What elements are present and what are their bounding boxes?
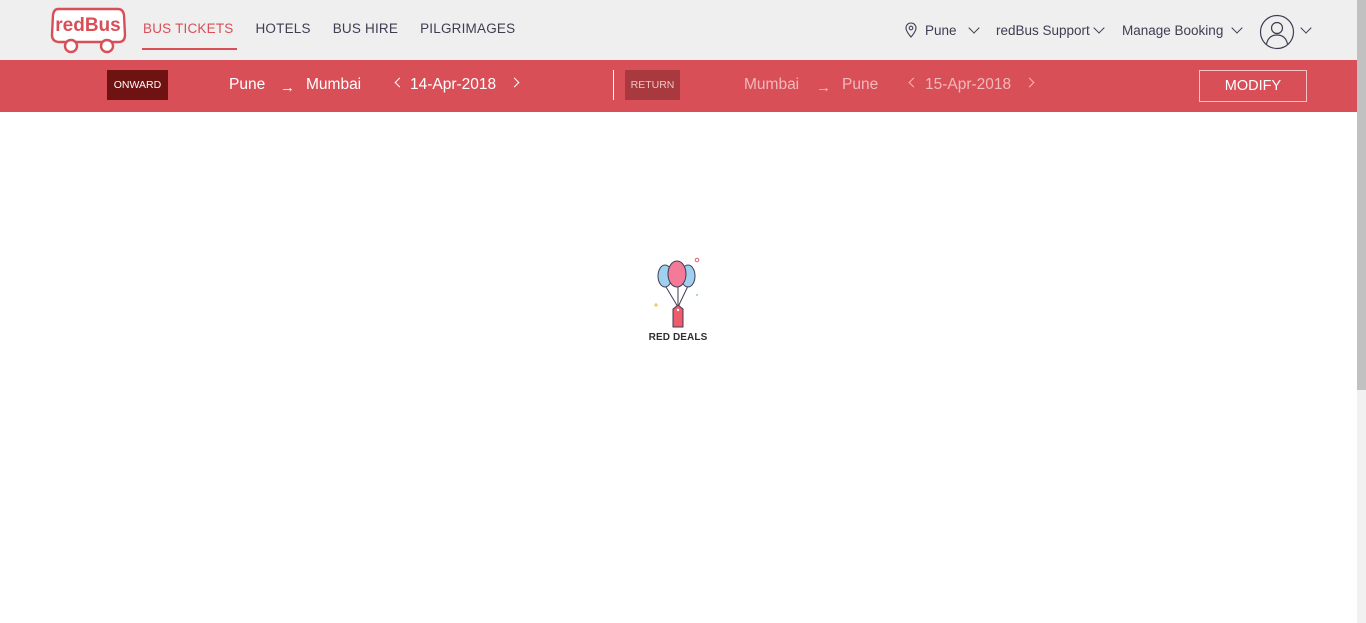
return-date: 15-Apr-2018	[925, 76, 1012, 93]
nav-bus-hire[interactable]: BUS HIRE	[333, 0, 398, 60]
balloons-icon[interactable]	[648, 255, 708, 331]
chevron-down-icon[interactable]	[1300, 22, 1312, 34]
logo-text: redBus	[55, 15, 120, 36]
return-to-city: Pune	[842, 76, 879, 93]
user-avatar-icon[interactable]	[1259, 14, 1295, 50]
onward-next-date-icon[interactable]	[509, 77, 520, 88]
arrow-right-icon: →	[816, 79, 831, 96]
chevron-down-icon	[1231, 22, 1243, 34]
arrow-right-icon: →	[280, 79, 295, 96]
city-label: Pune	[925, 22, 957, 38]
scrollbar-thumb[interactable]	[1357, 0, 1366, 390]
city-selector[interactable]: Pune	[905, 0, 980, 60]
chevron-down-icon	[1093, 22, 1105, 34]
return-badge: RETURN	[625, 70, 680, 100]
manage-booking-menu[interactable]: Manage Booking	[1122, 0, 1243, 60]
return-next-date-icon[interactable]	[1024, 77, 1035, 88]
redbus-logo[interactable]: redBus	[50, 5, 128, 55]
red-deals-label[interactable]: RED DEALS	[640, 332, 716, 343]
nav-pilgrimages[interactable]: PILGRIMAGES	[420, 0, 515, 60]
return-prev-date-icon[interactable]	[908, 77, 919, 88]
nav-hotels[interactable]: HOTELS	[255, 0, 310, 60]
main-nav: BUS TICKETS HOTELS BUS HIRE PILGRIMAGES	[141, 0, 537, 60]
onward-from-city: Pune	[229, 76, 266, 93]
nav-bus-tickets[interactable]: BUS TICKETS	[141, 0, 238, 60]
support-menu[interactable]: redBus Support	[996, 0, 1105, 60]
manage-booking-label: Manage Booking	[1122, 22, 1224, 38]
top-header: redBus BUS TICKETS HOTELS BUS HIRE PILGR…	[0, 0, 1357, 60]
return-from-city: Mumbai	[744, 76, 800, 93]
onward-prev-date-icon[interactable]	[394, 77, 405, 88]
chevron-down-icon	[967, 22, 980, 34]
onward-badge: ONWARD	[107, 70, 168, 100]
onward-date: 14-Apr-2018	[410, 76, 497, 93]
modify-button[interactable]: MODIFY	[1199, 70, 1307, 102]
divider	[613, 70, 614, 100]
support-label: redBus Support	[996, 22, 1090, 38]
onward-to-city: Mumbai	[306, 76, 362, 93]
search-summary-bar: ONWARD Pune → Mumbai 14-Apr-2018 RETURN …	[0, 60, 1357, 112]
location-pin-icon	[905, 22, 917, 38]
